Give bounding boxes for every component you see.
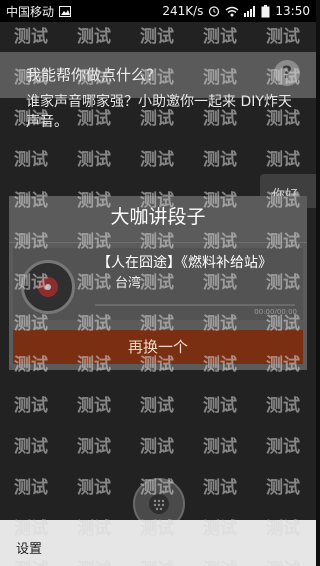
image-notification-icon xyxy=(59,5,72,17)
bottom-menu: 设置 xyxy=(0,520,316,566)
progress-time: 00:00/00:00 xyxy=(254,308,297,316)
wifi-icon xyxy=(225,6,239,17)
microphone-icon xyxy=(149,494,169,514)
signal-icon xyxy=(244,5,256,17)
welcome-message: 谁家声音哪家强？小助邀你一起来 DIY炸天声音。 xyxy=(26,94,292,130)
audio-player: 【人在囧途】《燃料补给站》 台湾 00:00/00:00 xyxy=(13,248,303,320)
swap-another-button[interactable]: 再换一个 xyxy=(13,330,303,364)
status-left: 中国移动 xyxy=(6,3,72,20)
status-right: 241K/s 13:50 xyxy=(162,4,310,18)
settings-menu-item[interactable]: 设置 xyxy=(16,542,42,557)
alarm-icon xyxy=(208,5,220,17)
track-title: 【人在囧途】《燃料补给站》 xyxy=(97,255,272,271)
joke-card: 大咖讲段子 【人在囧途】《燃料补给站》 台湾 00:00/00:00 再换一个 xyxy=(9,196,307,370)
card-title: 大咖讲段子 xyxy=(110,206,206,228)
play-disc-button[interactable] xyxy=(21,260,75,314)
track-subtitle: 台湾 xyxy=(115,276,142,291)
progress-bar[interactable] xyxy=(95,304,295,306)
prompt-text: 我能帮你做点什么？ xyxy=(26,66,162,84)
battery-icon xyxy=(261,4,270,18)
clock: 13:50 xyxy=(275,4,310,18)
disc-hole xyxy=(45,284,51,290)
network-speed: 241K/s xyxy=(162,4,204,18)
question-icon[interactable]: ? xyxy=(274,60,300,86)
carrier-label: 中国移动 xyxy=(6,4,55,19)
card-divider xyxy=(9,242,307,243)
status-bar: 中国移动 241K/s 13:50 xyxy=(0,0,316,22)
